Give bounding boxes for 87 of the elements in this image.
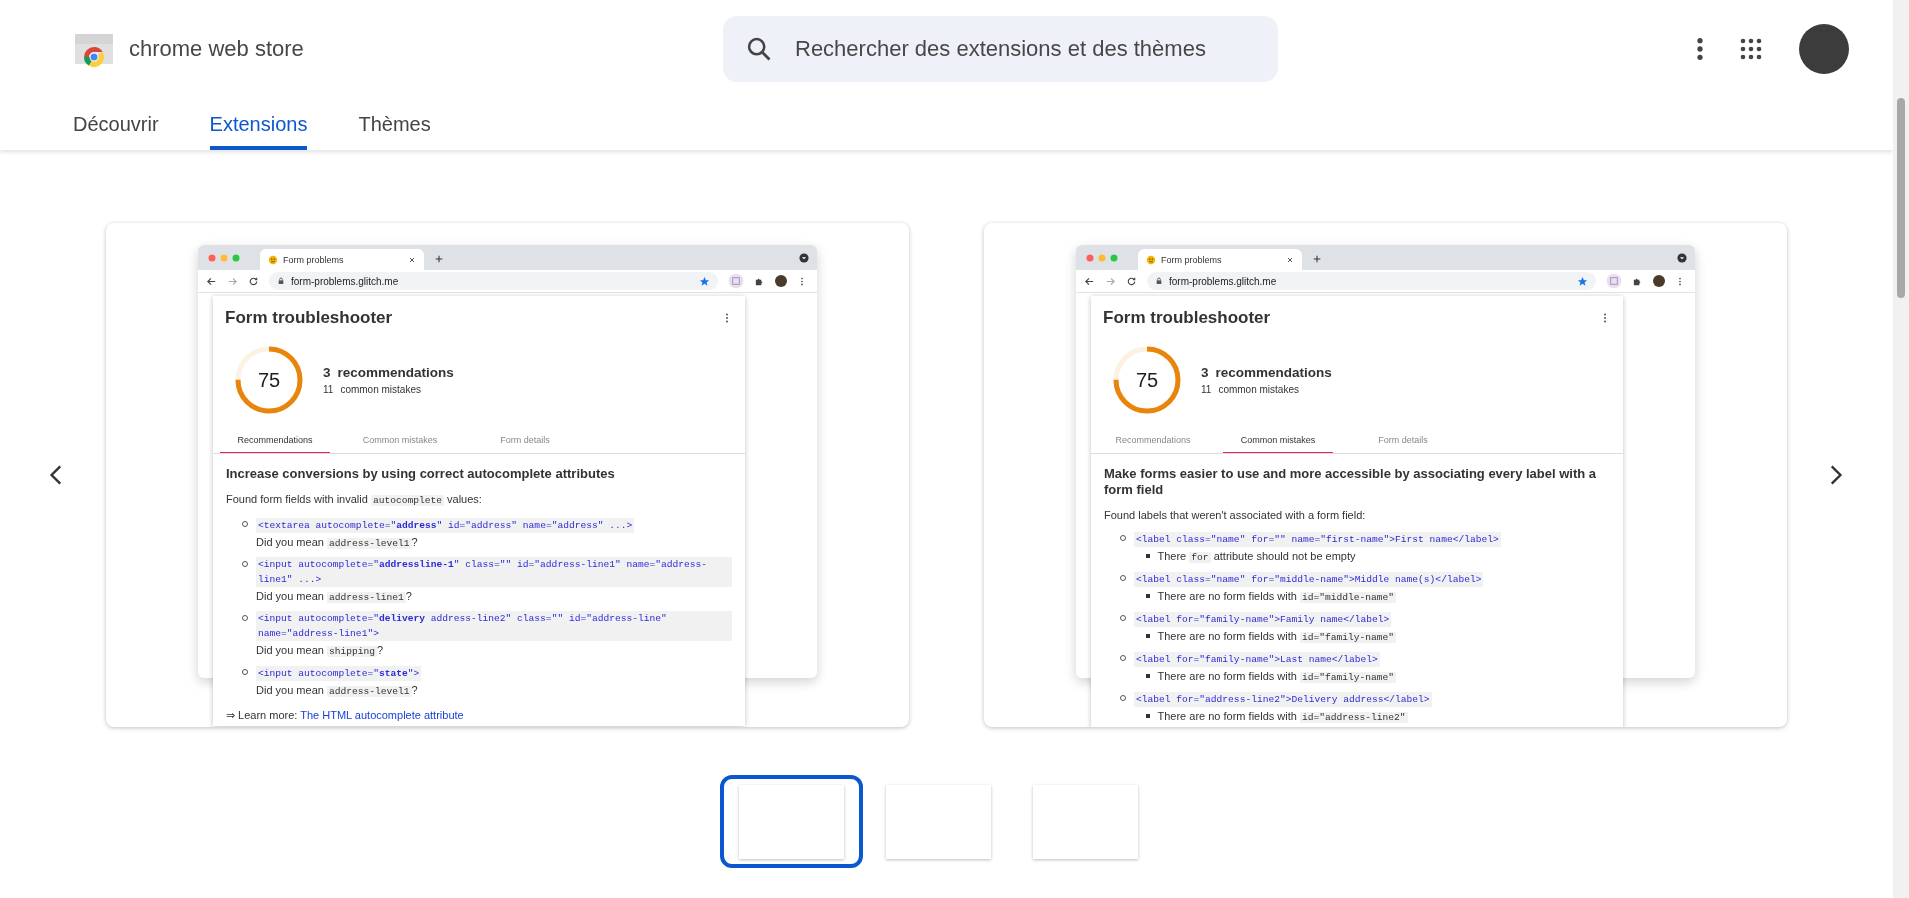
more-icon [1697, 38, 1703, 60]
url-text: form-problems.glitch.me [1169, 275, 1278, 287]
popup-tab[interactable]: Common mistakes [345, 427, 455, 453]
reload-icon [248, 275, 259, 287]
popup-tab[interactable]: Form details [470, 427, 580, 453]
popup-title: Form troubleshooter [225, 308, 393, 328]
code-snippet: <input autocomplete="state"> [256, 666, 422, 681]
popup-tab[interactable]: Form details [1348, 427, 1458, 453]
thumbnail[interactable] [720, 775, 863, 868]
count-label: recommendations [1215, 365, 1332, 380]
face-icon [268, 254, 278, 265]
dropdown-icon [799, 252, 809, 263]
store-name: chrome web store [129, 36, 304, 62]
search-icon [745, 35, 773, 63]
lock-icon [1155, 277, 1163, 285]
score-value: 75 [1135, 368, 1159, 392]
apps-grid-icon [1739, 37, 1763, 61]
search-bar[interactable]: Rechercher des extensions et des thèmes [723, 16, 1278, 82]
popup-tab[interactable]: Recommendations [220, 427, 330, 453]
tab-title: Form problems [283, 254, 345, 265]
code-snippet: <label for="address-line2">Delivery address</label> [1134, 692, 1432, 707]
plus-icon [434, 254, 444, 264]
bullet-icon [1146, 594, 1150, 598]
avatar[interactable] [775, 275, 787, 287]
bullet-icon [1146, 554, 1150, 558]
star-icon [699, 275, 710, 287]
code-snippet: <label for="family-name">Family name</label> [1134, 612, 1392, 627]
bullet-icon [1146, 674, 1150, 678]
intro-text: Found labels that weren't associated with a form field: [1104, 508, 1367, 522]
window-controls-icon [1086, 253, 1118, 262]
address-bar[interactable]: form-problems.glitch.me [269, 272, 718, 290]
count-label: recommendations [337, 365, 454, 380]
address-bar[interactable]: form-problems.glitch.me [1147, 272, 1596, 290]
score-value: 75 [257, 368, 281, 392]
nav-tab[interactable]: Extensions [209, 98, 308, 150]
issue-text: There are no form fields with id="address-line2" [1157, 709, 1408, 725]
dropdown-icon [1677, 252, 1687, 263]
browser-tab[interactable]: Form problems [260, 249, 424, 270]
search-field[interactable]: Rechercher des extensions et des thèmes [793, 35, 1256, 63]
url-text: form-problems.glitch.me [291, 275, 400, 287]
count-label: common mistakes [1218, 384, 1299, 395]
close-icon [1286, 255, 1294, 264]
issue-text: There are no form fields with id="middle-name" [1157, 589, 1397, 605]
intro-text: Found form fields with invalid autocomplete values: [226, 492, 483, 508]
forward-icon [227, 275, 238, 287]
popup-tab[interactable]: Common mistakes [1223, 427, 1333, 453]
count-label: common mistakes [340, 384, 421, 395]
scrollbar[interactable] [1893, 0, 1909, 898]
face-icon [1146, 254, 1156, 265]
back-icon [1084, 275, 1095, 287]
count: 11 [1201, 384, 1212, 395]
code-snippet: <input autocomplete="delivery address-line2" class="" id="address-line" name="address-line1"> [256, 611, 732, 641]
count: 3 [323, 365, 331, 380]
window-controls-icon [208, 253, 240, 262]
code-snippet: <textarea autocomplete="address" id="address" name="address" ...> [256, 518, 635, 533]
code-snippet: <input autocomplete="addressline-1" class="" id="address-line1" name="address-line1" ...> [256, 557, 732, 587]
section-heading: Increase conversions by using correct autocomplete attributes [226, 466, 616, 482]
browser-tab[interactable]: Form problems [1138, 249, 1302, 270]
count: 11 [323, 384, 334, 395]
plus-icon [1312, 254, 1322, 264]
section-heading: Make forms easier to use and more accessible by associating every label with a form field [1104, 466, 1598, 498]
popup-tab[interactable]: Recommendations [1098, 427, 1208, 453]
reload-icon [1126, 275, 1137, 287]
avatar[interactable] [1653, 275, 1665, 287]
lock-icon [277, 277, 285, 285]
popup-title: Form troubleshooter [1103, 308, 1271, 328]
bullet-icon [1146, 634, 1150, 638]
back-icon [206, 275, 217, 287]
code-snippet: <label for="family-name">Last name</label> [1134, 652, 1380, 667]
code-snippet: <label class="name" for="" name="first-name">First name</label> [1134, 532, 1501, 547]
code-snippet: <label class="name" for="middle-name">Middle name(s)</label> [1134, 572, 1484, 587]
issue-text: There for attribute should not be empty [1157, 549, 1356, 565]
extension-icon [728, 273, 744, 289]
bullet-icon [1146, 714, 1150, 718]
issue-text: There are no form fields with id="family-name" [1157, 669, 1397, 685]
close-icon [408, 255, 416, 264]
tab-title: Form problems [1161, 254, 1223, 265]
issue-text: There are no form fields with id="family-name" [1157, 629, 1397, 645]
forward-icon [1105, 275, 1116, 287]
learn-more-link[interactable]: The HTML autocomplete attribute [300, 709, 464, 721]
avatar[interactable] [1799, 24, 1849, 74]
nav-tab[interactable]: Découvrir [73, 98, 159, 150]
extension-icon [1606, 273, 1622, 289]
nav-tab[interactable]: Thèmes [358, 98, 431, 150]
learn-more-text: ⇒ Learn more: [226, 709, 298, 721]
count: 3 [1201, 365, 1209, 380]
star-icon [1577, 275, 1588, 287]
